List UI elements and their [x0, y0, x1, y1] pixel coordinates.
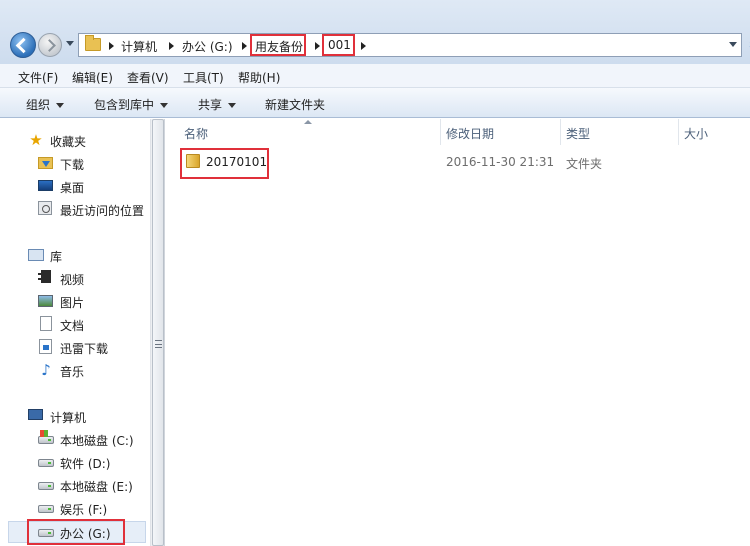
- breadcrumb-drive-g[interactable]: 办公 (G:): [182, 38, 233, 55]
- new-folder-button[interactable]: 新建文件夹: [265, 96, 325, 113]
- include-in-library-label: 包含到库中: [94, 98, 155, 112]
- folder-icon: [85, 35, 101, 51]
- menu-help[interactable]: 帮助(H): [238, 69, 280, 86]
- highlight-box: [250, 34, 306, 56]
- forward-button[interactable]: [38, 33, 62, 57]
- nav-item-label: 下载: [60, 158, 85, 172]
- menu-edit[interactable]: 编辑(E): [72, 69, 113, 86]
- drive-icon: [38, 459, 54, 467]
- picture-icon: [38, 295, 53, 307]
- column-header-date[interactable]: 修改日期: [440, 119, 560, 143]
- command-toolbar: 组织 包含到库中 共享 新建文件夹: [0, 88, 750, 118]
- address-dropdown-icon[interactable]: [729, 42, 737, 47]
- music-note-icon: ♪: [41, 361, 51, 379]
- organize-button[interactable]: 组织: [26, 96, 65, 113]
- column-header-label: 修改日期: [446, 127, 495, 141]
- column-header-name[interactable]: 名称: [178, 119, 440, 143]
- nav-item-label: 文档: [60, 319, 85, 333]
- drive-icon: [38, 482, 54, 490]
- nav-item-label: 图片: [60, 296, 85, 310]
- chevron-right-icon[interactable]: [169, 42, 174, 50]
- file-modified-date: 2016-11-30 21:31: [446, 155, 555, 169]
- recent-pages-dropdown-icon[interactable]: [66, 41, 74, 46]
- library-icon: [28, 249, 44, 261]
- column-header-label: 名称: [184, 127, 209, 141]
- column-header-type[interactable]: 类型: [560, 119, 678, 143]
- chevron-down-icon: [160, 103, 169, 108]
- video-icon: [38, 270, 51, 283]
- nav-item-label: 视频: [60, 273, 85, 287]
- nav-item-label: 音乐: [60, 365, 85, 379]
- menu-view[interactable]: 查看(V): [127, 69, 169, 86]
- nav-item-label: 桌面: [60, 181, 85, 195]
- column-header-label: 大小: [684, 127, 709, 141]
- highlight-box: [27, 519, 125, 545]
- address-box[interactable]: 计算机 办公 (G:) 用友备份 001 ⇄: [78, 33, 750, 57]
- share-button[interactable]: 共享: [198, 96, 237, 113]
- chevron-right-icon[interactable]: [315, 42, 320, 50]
- menu-tools[interactable]: 工具(T): [183, 69, 224, 86]
- chevron-right-icon[interactable]: [242, 42, 247, 50]
- nav-item-label: 最近访问的位置: [60, 204, 145, 218]
- file-list-pane: 名称 修改日期 类型 大小 20170101 2016-11-30 21:31 …: [166, 119, 750, 546]
- document-icon: [40, 316, 52, 331]
- nav-computer-label: 计算机: [50, 411, 87, 425]
- chevron-down-icon: [56, 103, 65, 108]
- file-type: 文件夹: [566, 157, 603, 171]
- nav-item-label: 软件 (D:): [60, 457, 111, 471]
- highlight-box: [322, 34, 355, 56]
- chevron-down-icon: [228, 103, 237, 108]
- share-label: 共享: [198, 98, 223, 112]
- thunder-download-icon: [39, 339, 52, 354]
- drive-icon: [38, 505, 54, 513]
- include-in-library-button[interactable]: 包含到库中: [94, 96, 169, 113]
- nav-item-label: 娱乐 (F:): [60, 503, 108, 517]
- address-bar-row: 计算机 办公 (G:) 用友备份 001 ⇄: [0, 0, 750, 64]
- column-header-label: 类型: [566, 127, 591, 141]
- nav-libraries-label: 库: [50, 250, 63, 264]
- chevron-right-icon[interactable]: [109, 42, 114, 50]
- computer-icon: [28, 409, 43, 420]
- organize-label: 组织: [26, 98, 51, 112]
- nav-item-label: 迅雷下载: [60, 342, 109, 356]
- downloads-folder-icon: [38, 157, 53, 169]
- desktop-icon: [38, 180, 53, 191]
- breadcrumb-computer[interactable]: 计算机: [121, 38, 157, 55]
- nav-favorites-label: 收藏夹: [50, 135, 87, 149]
- star-icon: ★: [29, 131, 43, 149]
- nav-item-label: 本地磁盘 (C:): [60, 434, 134, 448]
- recent-places-icon: [38, 201, 52, 215]
- scrollbar-thumb[interactable]: [152, 119, 164, 546]
- nav-item-label: 本地磁盘 (E:): [60, 480, 133, 494]
- column-header-size[interactable]: 大小: [678, 119, 750, 143]
- menu-bar: 文件(F) 编辑(E) 查看(V) 工具(T) 帮助(H): [0, 64, 750, 88]
- refresh-icon[interactable]: ⇄: [745, 36, 750, 54]
- menu-file[interactable]: 文件(F): [18, 69, 58, 86]
- back-button[interactable]: [10, 32, 36, 58]
- chevron-right-icon[interactable]: [361, 42, 366, 50]
- grip-icon: [155, 340, 162, 348]
- highlight-box: [180, 148, 269, 179]
- navigation-scrollbar[interactable]: [150, 119, 165, 546]
- system-drive-icon: [38, 430, 54, 444]
